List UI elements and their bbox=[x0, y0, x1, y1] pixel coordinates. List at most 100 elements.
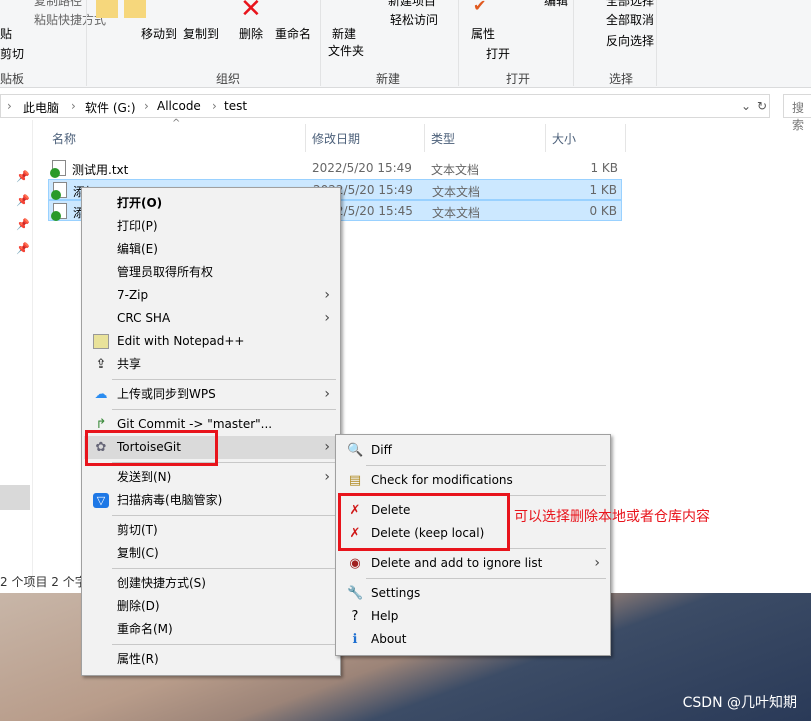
delete-icon: ✕ bbox=[240, 0, 262, 24]
invert-selection-button[interactable]: 反向选择 bbox=[606, 32, 654, 49]
move-to-button[interactable]: 移动到 bbox=[141, 25, 177, 42]
rename-button[interactable]: 重命名 bbox=[275, 25, 311, 42]
refresh-icon[interactable]: ↻ bbox=[757, 99, 767, 113]
clipboard-group-label: 贴板 bbox=[0, 72, 25, 86]
open-button[interactable]: 打开 bbox=[486, 45, 510, 62]
column-date[interactable]: 修改日期 bbox=[312, 130, 360, 147]
separator bbox=[338, 575, 608, 582]
cut-button[interactable]: 剪切 bbox=[0, 45, 24, 62]
pin-icon: 📌 bbox=[16, 218, 30, 231]
check-modifications-icon: ▤ bbox=[348, 473, 362, 488]
select-all-button[interactable]: 全部选择 bbox=[606, 0, 654, 9]
menu-label: 上传或同步到WPS bbox=[117, 387, 216, 401]
easy-access-button[interactable]: 轻松访问 bbox=[390, 11, 438, 28]
menu-send-to[interactable]: 发送到(N) › bbox=[84, 466, 338, 489]
breadcrumb-drive[interactable]: 软件 (G:) bbox=[85, 99, 136, 116]
chevron-right-icon: › bbox=[324, 287, 330, 303]
submenu-delete-ignore[interactable]: ◉ Delete and add to ignore list › bbox=[338, 552, 608, 575]
pin-icon: 📌 bbox=[16, 242, 30, 255]
menu-label: 打开(O) bbox=[117, 196, 163, 210]
breadcrumb-test[interactable]: test bbox=[224, 99, 247, 113]
submenu-settings[interactable]: 🔧 Settings bbox=[338, 582, 608, 605]
file-type: 文本文档 bbox=[431, 163, 480, 177]
properties-button[interactable]: 属性 bbox=[471, 25, 495, 42]
menu-label: Check for modifications bbox=[371, 473, 513, 487]
magnifier-icon: 🔍 bbox=[347, 443, 364, 458]
nav-item-selected[interactable] bbox=[0, 485, 30, 510]
file-type: 文本文档 bbox=[432, 206, 481, 220]
new-folder-button[interactable]: 新建 bbox=[332, 25, 356, 42]
chevron-right-icon: › bbox=[594, 555, 600, 571]
menu-label: Help bbox=[371, 609, 399, 623]
menu-scan[interactable]: ▽ 扫描病毒(电脑管家) bbox=[84, 489, 338, 512]
text-file-git-icon bbox=[50, 160, 66, 178]
paste-button[interactable]: 贴 bbox=[0, 25, 12, 42]
notepad-icon bbox=[93, 334, 109, 349]
menu-share[interactable]: ⇪ 共享 bbox=[84, 353, 338, 376]
new-item-button[interactable]: 新建项目 bbox=[388, 0, 436, 9]
dropdown-icon[interactable]: ⌄ bbox=[741, 99, 751, 113]
copy-to-button[interactable]: 复制到 bbox=[183, 25, 219, 42]
menu-rename[interactable]: 重命名(M) bbox=[84, 618, 338, 641]
cloud-upload-icon: ☁ bbox=[94, 387, 108, 402]
menu-wps[interactable]: ☁ 上传或同步到WPS › bbox=[84, 383, 338, 406]
column-size[interactable]: 大小 bbox=[552, 130, 576, 147]
search-input[interactable]: 搜索 bbox=[783, 94, 811, 132]
move-to-icon bbox=[96, 0, 118, 18]
menu-notepad[interactable]: Edit with Notepad++ bbox=[84, 330, 338, 353]
column-type[interactable]: 类型 bbox=[431, 130, 455, 147]
sort-arrow-icon: ^ bbox=[172, 118, 181, 129]
share-icon: ⇪ bbox=[95, 357, 107, 372]
menu-edit[interactable]: 编辑(E) bbox=[84, 238, 338, 261]
menu-label: Settings bbox=[371, 586, 421, 600]
text-file-git-icon bbox=[51, 203, 67, 221]
copy-path-button[interactable]: 复制路径 bbox=[34, 0, 82, 9]
breadcrumb-this-pc[interactable]: 此电脑 bbox=[23, 99, 59, 116]
menu-delete[interactable]: 删除(D) bbox=[84, 595, 338, 618]
breadcrumb-allcode[interactable]: Allcode bbox=[157, 99, 201, 113]
separator bbox=[338, 462, 608, 469]
menu-take-ownership[interactable]: 管理员取得所有权 bbox=[84, 261, 338, 284]
submenu-help[interactable]: ? Help bbox=[338, 605, 608, 628]
eye-icon: ◉ bbox=[349, 556, 361, 571]
file-size: 1 KB bbox=[590, 161, 618, 175]
submenu-diff[interactable]: 🔍 Diff bbox=[338, 439, 608, 462]
file-name: 测试用.txt bbox=[72, 163, 129, 177]
file-type: 文本文档 bbox=[432, 185, 481, 199]
select-group-label: 选择 bbox=[609, 72, 634, 86]
menu-cut[interactable]: 剪切(T) bbox=[84, 519, 338, 542]
edit-button[interactable]: 编辑 bbox=[544, 0, 568, 9]
wrench-icon: 🔧 bbox=[347, 586, 364, 601]
pin-icon: 📌 bbox=[16, 170, 30, 183]
menu-copy[interactable]: 复制(C) bbox=[84, 542, 338, 565]
file-row[interactable]: 测试用.txt 2022/5/20 15:49 文本文档 1 KB bbox=[48, 158, 622, 179]
open-group-label: 打开 bbox=[506, 72, 531, 86]
submenu-about[interactable]: ℹ About bbox=[338, 628, 608, 651]
menu-properties[interactable]: 属性(R) bbox=[84, 648, 338, 671]
menu-crc-sha[interactable]: CRC SHA › bbox=[84, 307, 338, 330]
address-bar[interactable]: › 此电脑 › 软件 (G:) › Allcode › test ⌄ ↻ bbox=[0, 94, 770, 118]
separator bbox=[84, 565, 338, 572]
separator bbox=[84, 406, 338, 413]
delete-button[interactable]: 删除 bbox=[239, 25, 263, 42]
menu-label: 7-Zip bbox=[117, 288, 149, 302]
menu-open[interactable]: 打开(O) bbox=[84, 192, 338, 215]
submenu-check-modifications[interactable]: ▤ Check for modifications bbox=[338, 469, 608, 492]
column-name[interactable]: 名称 bbox=[52, 130, 76, 147]
chevron-right-icon: › bbox=[324, 469, 330, 485]
menu-label: Delete and add to ignore list bbox=[371, 556, 543, 570]
navigation-pane: 📌 📌 📌 📌 bbox=[0, 120, 33, 590]
annotation-text: 可以选择删除本地或者仓库内容 bbox=[514, 509, 710, 525]
separator bbox=[84, 376, 338, 383]
menu-create-shortcut[interactable]: 创建快捷方式(S) bbox=[84, 572, 338, 595]
chevron-right-icon: › bbox=[324, 439, 330, 455]
separator bbox=[84, 641, 338, 648]
chevron-right-icon: › bbox=[324, 386, 330, 402]
menu-print[interactable]: 打印(P) bbox=[84, 215, 338, 238]
file-size: 1 KB bbox=[589, 183, 617, 197]
select-none-button[interactable]: 全部取消 bbox=[606, 11, 654, 28]
menu-label: Git Commit -> "master"... bbox=[117, 417, 273, 431]
organize-group-label: 组织 bbox=[216, 72, 241, 86]
menu-7zip[interactable]: 7-Zip › bbox=[84, 284, 338, 307]
menu-label: Edit with Notepad++ bbox=[117, 334, 245, 348]
